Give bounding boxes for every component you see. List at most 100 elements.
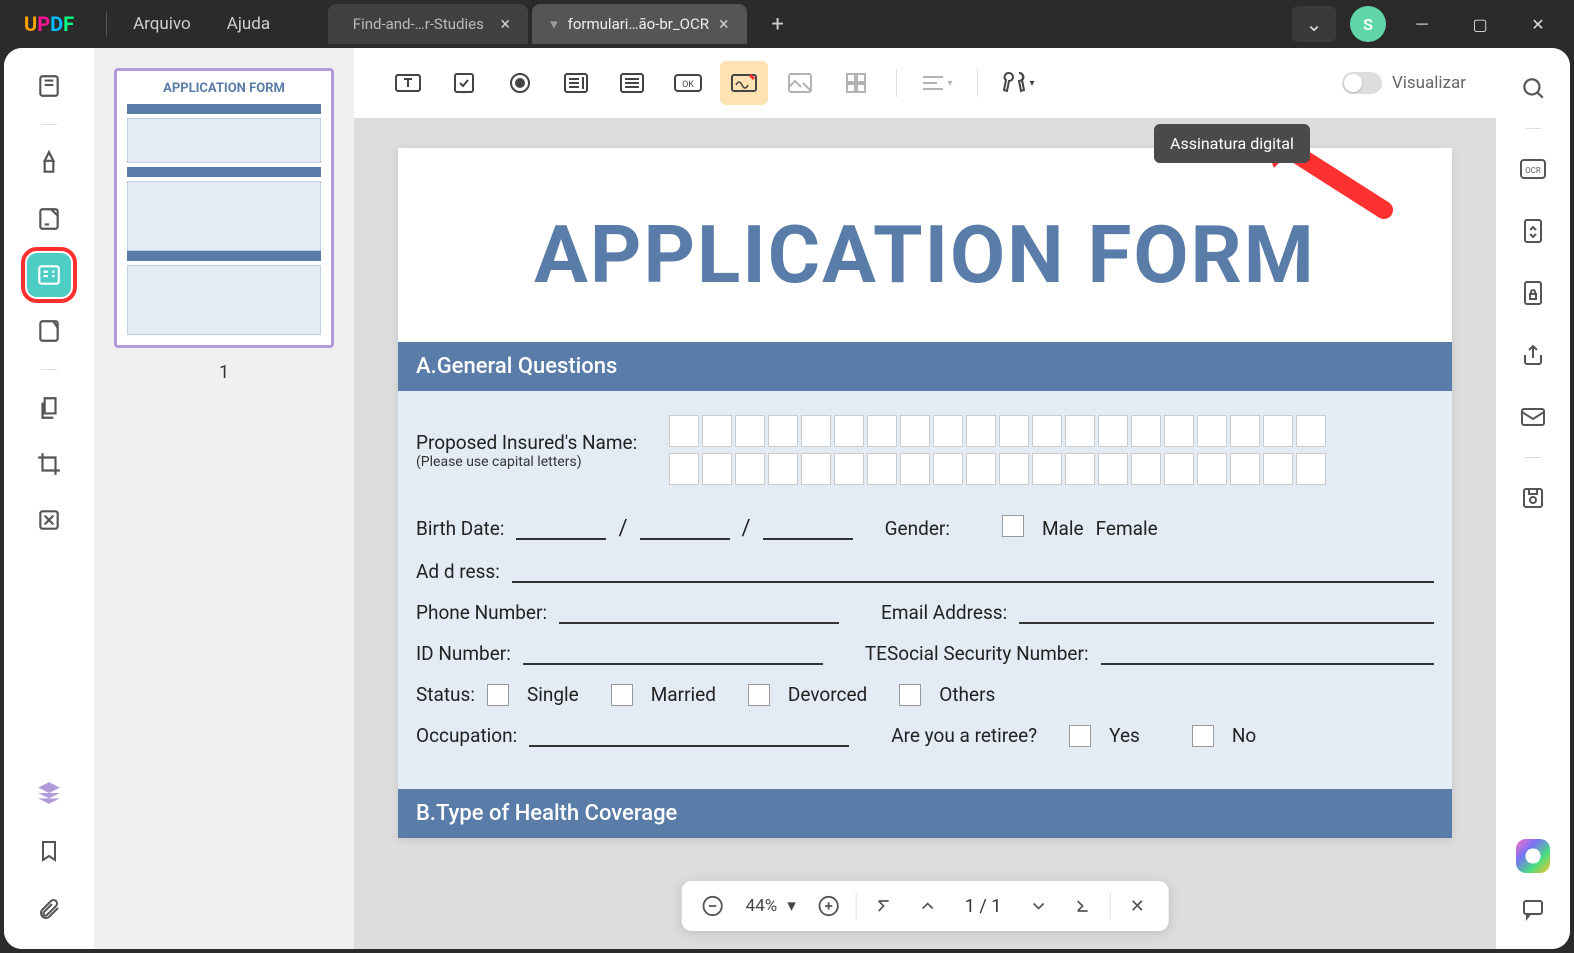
label-gender: Gender: bbox=[885, 517, 950, 540]
label-others: Others bbox=[939, 683, 995, 706]
digital-signature-icon[interactable] bbox=[720, 61, 768, 105]
label-ssn: TESocial Security Number: bbox=[865, 642, 1089, 665]
last-page-icon[interactable] bbox=[1065, 889, 1099, 923]
pages-icon[interactable] bbox=[27, 386, 71, 430]
menu-help[interactable]: Ajuda bbox=[209, 14, 288, 34]
label-retiree: Are you a retiree? bbox=[891, 724, 1037, 747]
label-status: Status: bbox=[416, 683, 475, 706]
tab-2[interactable]: ▾ formulari…ão-br_OCR × bbox=[532, 4, 746, 44]
save-icon[interactable] bbox=[1511, 476, 1555, 520]
document-page: APPLICATION FORM A.General Questions Pro… bbox=[398, 148, 1452, 838]
radio-button-icon[interactable] bbox=[496, 61, 544, 105]
birth-field-3[interactable] bbox=[763, 518, 853, 540]
name-input-row2[interactable] bbox=[669, 453, 1434, 485]
email-icon[interactable] bbox=[1511, 395, 1555, 439]
gender-checkbox[interactable] bbox=[1002, 515, 1024, 537]
label-female: Female bbox=[1096, 517, 1158, 540]
first-page-icon[interactable] bbox=[867, 889, 901, 923]
name-input-row1[interactable] bbox=[669, 415, 1434, 447]
page-indicator[interactable]: 1 / 1 bbox=[955, 896, 1012, 917]
crop-icon[interactable] bbox=[27, 442, 71, 486]
status-single-checkbox[interactable] bbox=[487, 684, 509, 706]
listbox-icon[interactable] bbox=[608, 61, 656, 105]
email-field[interactable] bbox=[1019, 602, 1434, 624]
zoom-in-icon[interactable] bbox=[812, 889, 846, 923]
organize-icon[interactable] bbox=[27, 309, 71, 353]
close-pager-icon[interactable]: ✕ bbox=[1120, 889, 1154, 923]
layers-icon[interactable] bbox=[27, 771, 71, 815]
thumb-title: APPLICATION FORM bbox=[127, 81, 321, 96]
retiree-no-checkbox[interactable] bbox=[1192, 725, 1214, 747]
new-tab-button[interactable]: + bbox=[763, 9, 793, 39]
label-married: Married bbox=[651, 683, 716, 706]
thumbnail-panel: APPLICATION FORM 1 bbox=[94, 48, 354, 949]
zoom-out-icon[interactable] bbox=[696, 889, 730, 923]
highlight-icon[interactable] bbox=[27, 141, 71, 185]
edit-text-icon[interactable] bbox=[27, 197, 71, 241]
birth-field-2[interactable] bbox=[640, 518, 730, 540]
window-maximize-icon[interactable]: ▢ bbox=[1458, 6, 1502, 42]
phone-field[interactable] bbox=[559, 602, 839, 624]
tab-2-close-icon[interactable]: × bbox=[719, 14, 729, 35]
checkbox-icon[interactable] bbox=[440, 61, 488, 105]
address-field[interactable] bbox=[512, 561, 1434, 583]
zoom-dropdown-icon[interactable]: ▾ bbox=[787, 896, 796, 916]
image-field-icon[interactable] bbox=[776, 61, 824, 105]
align-icon[interactable]: ▾ bbox=[913, 61, 961, 105]
label-phone: Phone Number: bbox=[416, 601, 547, 624]
id-field[interactable] bbox=[523, 643, 823, 665]
occupation-field[interactable] bbox=[529, 725, 849, 747]
section-a-header: A.General Questions bbox=[398, 342, 1452, 391]
menu-file[interactable]: Arquivo bbox=[115, 14, 209, 34]
tab-1[interactable]: Find-and-…r-Studies × bbox=[328, 4, 528, 44]
label-yes: Yes bbox=[1109, 724, 1140, 747]
share-icon[interactable] bbox=[1511, 333, 1555, 377]
form-tool-icon[interactable] bbox=[27, 253, 71, 297]
section-b-header: B.Type of Health Coverage bbox=[398, 789, 1452, 838]
window-close-icon[interactable]: ✕ bbox=[1516, 6, 1560, 42]
search-icon[interactable] bbox=[1511, 66, 1555, 110]
convert-icon[interactable] bbox=[1511, 209, 1555, 253]
preview-toggle[interactable] bbox=[1342, 72, 1382, 94]
label-birth: Birth Date: bbox=[416, 517, 504, 540]
ocr-icon[interactable]: OCR bbox=[1511, 147, 1555, 191]
tab-1-close-icon[interactable]: × bbox=[501, 14, 511, 35]
page-thumbnail-1[interactable]: APPLICATION FORM bbox=[114, 68, 334, 348]
user-avatar[interactable]: S bbox=[1350, 6, 1386, 42]
text-field-icon[interactable] bbox=[384, 61, 432, 105]
dropdown-icon[interactable] bbox=[552, 61, 600, 105]
ai-assistant-icon[interactable] bbox=[1516, 839, 1550, 873]
protect-icon[interactable] bbox=[1511, 271, 1555, 315]
tabs-dropdown-icon[interactable]: ⌄ bbox=[1292, 6, 1336, 42]
reader-mode-icon[interactable] bbox=[27, 64, 71, 108]
ssn-field[interactable] bbox=[1101, 643, 1434, 665]
status-married-checkbox[interactable] bbox=[611, 684, 633, 706]
label-divorced: Devorced bbox=[788, 683, 867, 706]
label-male: Male bbox=[1042, 517, 1084, 540]
retiree-yes-checkbox[interactable] bbox=[1069, 725, 1091, 747]
attachment-icon[interactable] bbox=[27, 887, 71, 931]
window-minimize-icon[interactable]: ─ bbox=[1400, 6, 1444, 42]
page-navigator: 44% ▾ 1 / 1 ✕ bbox=[682, 881, 1169, 931]
status-divorced-checkbox[interactable] bbox=[748, 684, 770, 706]
label-name: Proposed Insured's Name: bbox=[416, 431, 637, 454]
redact-icon[interactable] bbox=[27, 498, 71, 542]
label-id: ID Number: bbox=[416, 642, 511, 665]
tab-2-label: formulari…ão-br_OCR bbox=[568, 15, 709, 33]
tab-1-label: Find-and-…r-Studies bbox=[346, 15, 490, 33]
comment-icon[interactable] bbox=[1511, 887, 1555, 931]
birth-field-1[interactable] bbox=[516, 518, 606, 540]
thumb-page-number: 1 bbox=[219, 362, 229, 383]
next-page-icon[interactable] bbox=[1021, 889, 1055, 923]
prev-page-icon[interactable] bbox=[911, 889, 945, 923]
tab-dropdown-icon[interactable]: ▾ bbox=[550, 15, 558, 33]
tools-icon[interactable]: ▾ bbox=[994, 61, 1042, 105]
zoom-level[interactable]: 44% bbox=[746, 896, 778, 916]
date-field-icon[interactable] bbox=[832, 61, 880, 105]
svg-text:OK: OK bbox=[682, 80, 694, 90]
status-others-checkbox[interactable] bbox=[899, 684, 921, 706]
tooltip: Assinatura digital bbox=[1154, 124, 1310, 163]
button-field-icon[interactable]: OK bbox=[664, 61, 712, 105]
bookmark-icon[interactable] bbox=[27, 829, 71, 873]
label-address: Ad d ress: bbox=[416, 560, 500, 583]
